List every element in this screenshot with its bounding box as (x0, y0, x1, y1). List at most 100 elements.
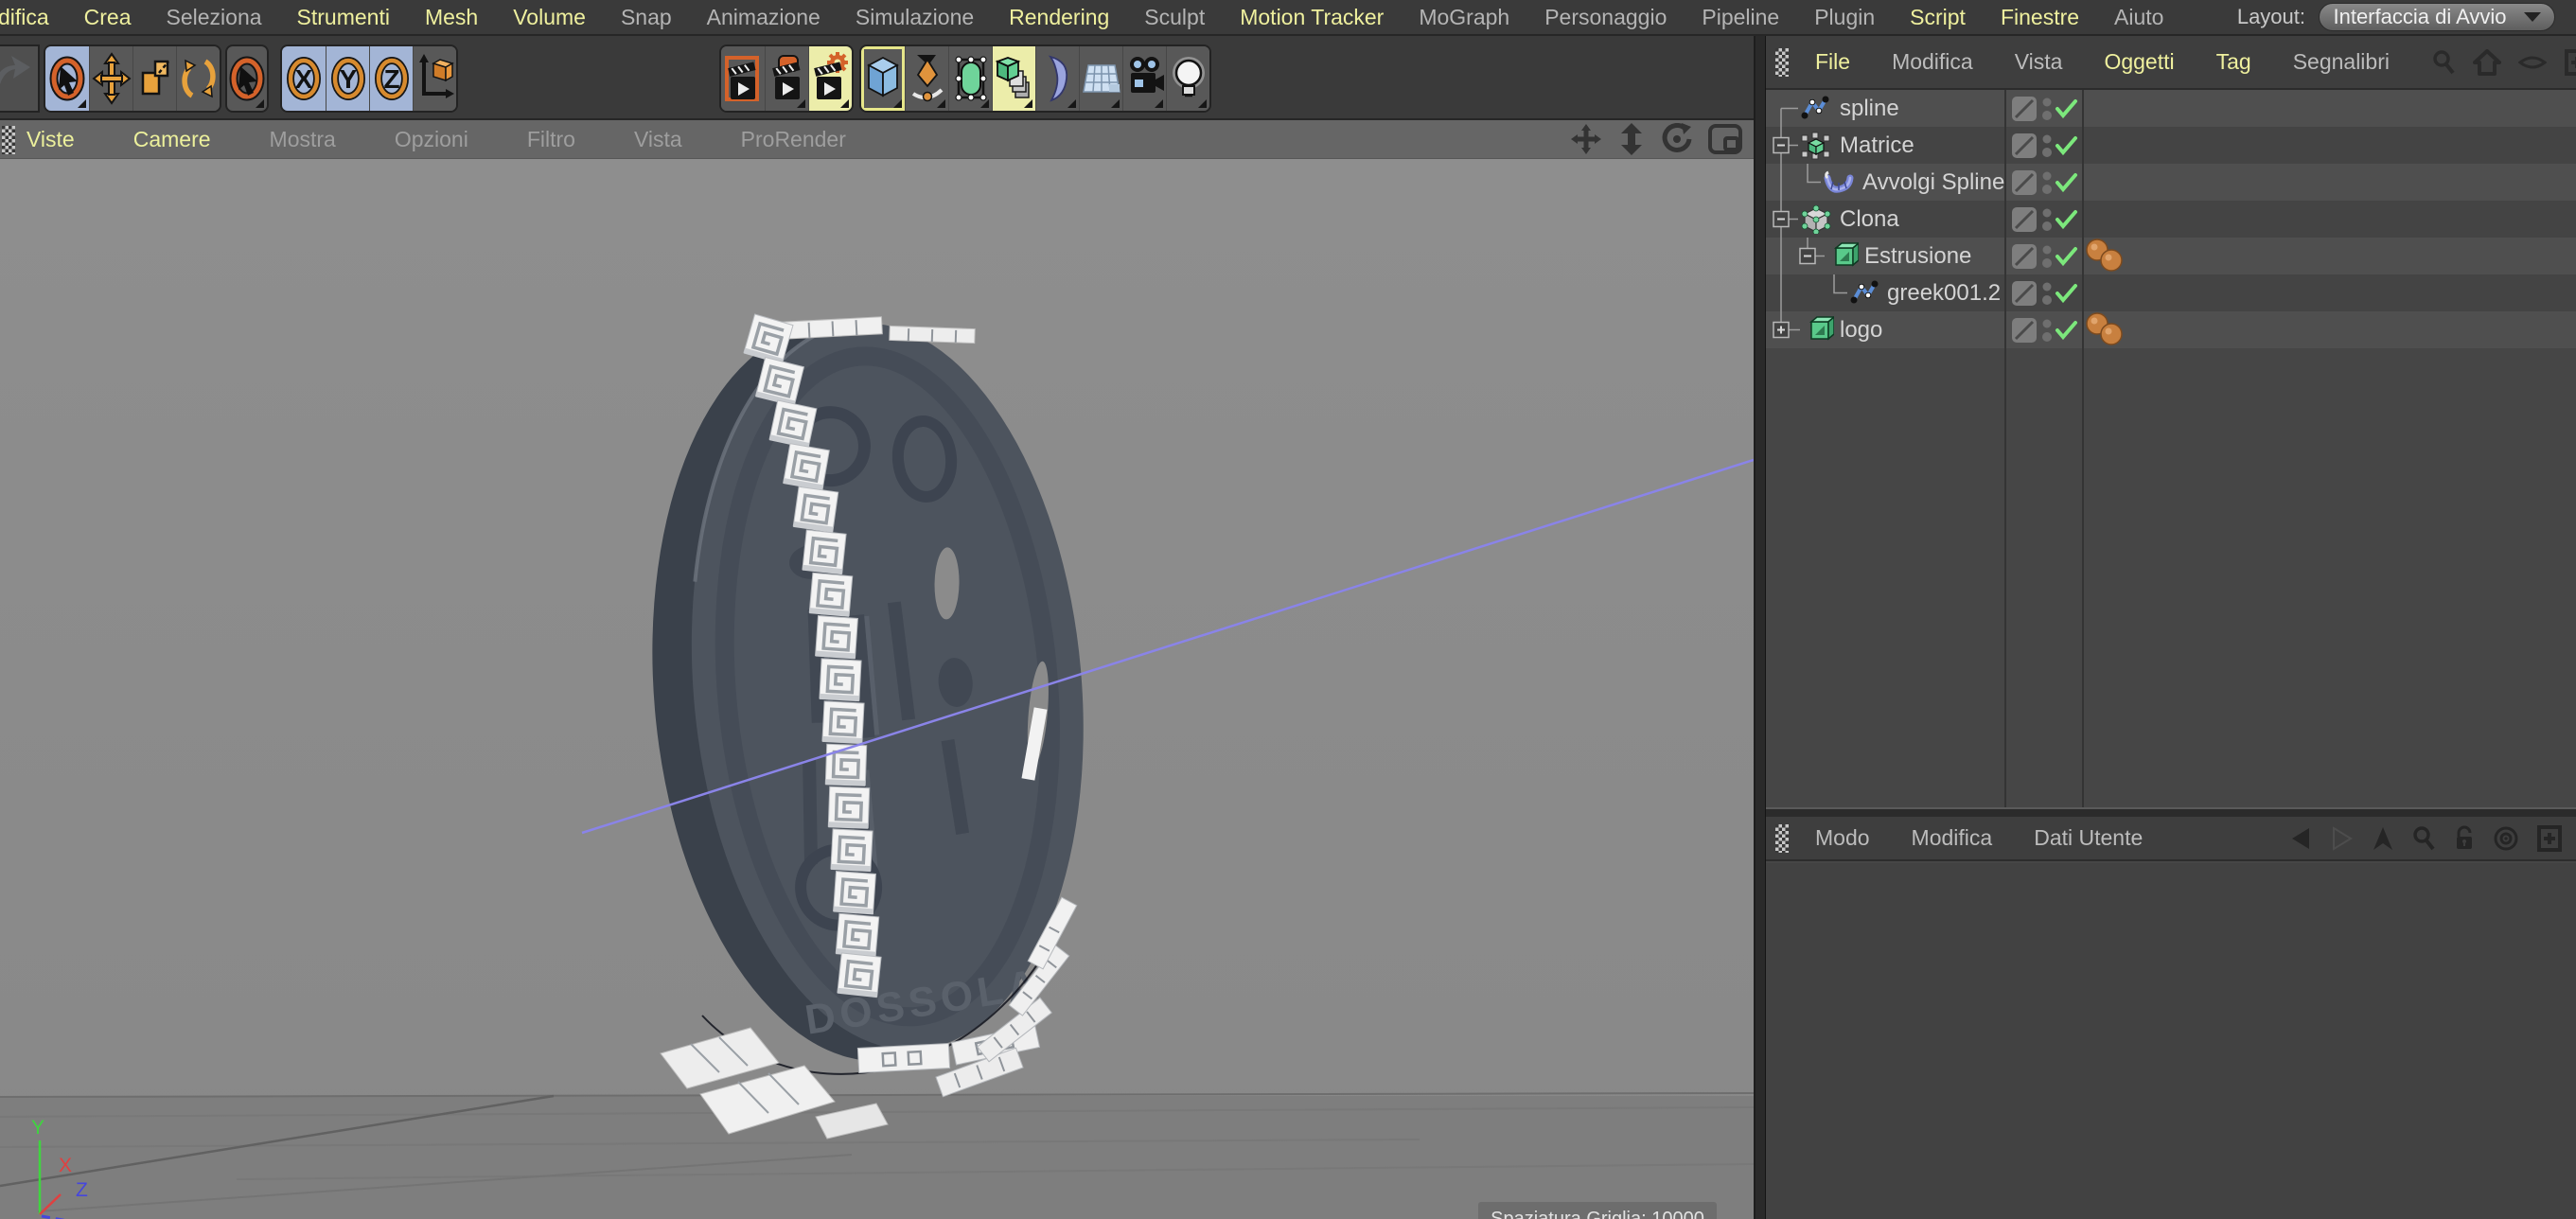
menu-sculpt[interactable]: Sculpt (1144, 5, 1205, 30)
material-tags[interactable] (2084, 238, 2141, 274)
om-menu-file[interactable]: File (1815, 49, 1850, 75)
drag-grip-icon[interactable] (1775, 48, 1789, 77)
object-row-logo[interactable]: logo (1766, 311, 2576, 348)
render-picture-viewer-button[interactable] (765, 46, 808, 111)
search-icon[interactable] (2411, 825, 2436, 852)
menu-aiuto[interactable]: Aiuto (2114, 5, 2163, 30)
floor-environment-button[interactable] (1079, 46, 1122, 111)
object-row-clona[interactable]: Clona (1766, 201, 2576, 238)
am-menu-dati-utente[interactable]: Dati Utente (2034, 825, 2143, 851)
camera-button[interactable] (1122, 46, 1166, 111)
visibility-toggles[interactable] (2004, 90, 2082, 127)
menu-crea[interactable]: Crea (84, 5, 132, 30)
rotate-view-icon[interactable] (1661, 123, 1693, 155)
drag-grip-icon[interactable] (1775, 824, 1789, 853)
search-icon[interactable] (2431, 49, 2456, 76)
material-tags[interactable] (2084, 311, 2141, 348)
mograph-generators-button[interactable] (992, 46, 1035, 111)
lock-y-axis-button[interactable]: Y (326, 46, 369, 111)
menu-plugin[interactable]: Plugin (1814, 5, 1875, 30)
visibility-toggles[interactable] (2004, 127, 2082, 164)
menu-volume[interactable]: Volume (513, 5, 586, 30)
object-row-spline[interactable]: spline (1766, 90, 2576, 127)
object-name[interactable]: logo (1840, 317, 1882, 344)
coordinate-system-button[interactable] (413, 46, 456, 111)
target-icon[interactable] (2493, 825, 2519, 852)
om-menu-tag[interactable]: Tag (2216, 49, 2251, 75)
lock-z-axis-button[interactable]: Z (369, 46, 413, 111)
om-menu-oggetti[interactable]: Oggetti (2104, 49, 2174, 75)
scale-tool-button[interactable] (132, 46, 176, 111)
zoom-view-icon[interactable] (1617, 123, 1646, 155)
history-forward-icon[interactable] (2330, 826, 2355, 851)
light-button[interactable] (1166, 46, 1209, 111)
lock-icon[interactable] (2453, 825, 2476, 852)
object-name[interactable]: Clona (1840, 206, 1899, 233)
vp-menu-camere[interactable]: Camere (133, 127, 211, 152)
object-name[interactable]: Estrusione (1864, 243, 1971, 270)
home-icon[interactable] (2473, 49, 2501, 76)
menu-snap[interactable]: Snap (621, 5, 672, 30)
last-used-tool-button[interactable] (225, 44, 269, 113)
object-row-estrusione[interactable]: Estrusione (1766, 238, 2576, 274)
menu-modifica[interactable]: Modifica (0, 5, 49, 30)
menu-pipeline[interactable]: Pipeline (1702, 5, 1779, 30)
om-menu-segnalibri[interactable]: Segnalibri (2293, 49, 2390, 75)
menu-rendering[interactable]: Rendering (1009, 5, 1109, 30)
visibility-toggles[interactable] (2004, 164, 2082, 201)
undo-button[interactable] (0, 44, 40, 113)
lock-x-axis-button[interactable]: X (282, 46, 326, 111)
object-name[interactable]: Avvolgi Spline (1862, 169, 2004, 196)
menu-simulazione[interactable]: Simulazione (856, 5, 974, 30)
drag-grip-icon[interactable] (2, 126, 15, 154)
visibility-toggles[interactable] (2004, 274, 2082, 311)
menu-personaggio[interactable]: Personaggio (1544, 5, 1667, 30)
vp-menu-filtro[interactable]: Filtro (527, 127, 575, 152)
om-menu-modifica[interactable]: Modifica (1892, 49, 1973, 75)
vp-menu-viste[interactable]: Viste (26, 127, 75, 152)
pan-view-icon[interactable] (1570, 123, 1602, 155)
vp-menu-prorender[interactable]: ProRender (741, 127, 846, 152)
deformers-button[interactable] (1035, 46, 1079, 111)
history-back-icon[interactable] (2288, 826, 2313, 851)
move-tool-button[interactable] (89, 46, 132, 111)
object-row-greek[interactable]: greek001.2 (1766, 274, 2576, 311)
viewport-canvas[interactable]: DOSSOLA (0, 159, 1754, 1219)
pen-spline-button[interactable] (905, 46, 948, 111)
visibility-toggles[interactable] (2004, 201, 2082, 238)
object-name[interactable]: spline (1840, 96, 1899, 122)
menu-script[interactable]: Script (1910, 5, 1966, 30)
live-selection-button[interactable] (45, 46, 89, 111)
add-cube-button[interactable] (861, 46, 905, 111)
add-object-icon[interactable] (2564, 48, 2576, 77)
horizontal-divider[interactable] (1766, 809, 2576, 817)
panel-divider[interactable] (1754, 36, 1766, 1219)
add-panel-icon[interactable] (2536, 824, 2563, 853)
vp-menu-vista[interactable]: Vista (634, 127, 682, 152)
menu-motion-tracker[interactable]: Motion Tracker (1240, 5, 1384, 30)
menu-mograph[interactable]: MoGraph (1419, 5, 1509, 30)
am-menu-modifica[interactable]: Modifica (1912, 825, 1993, 851)
visibility-toggles[interactable] (2004, 238, 2082, 274)
object-row-matrice[interactable]: Matrice (1766, 127, 2576, 164)
object-row-avvolgi-spline[interactable]: Avvolgi Spline (1766, 164, 2576, 201)
render-settings-button[interactable] (808, 46, 852, 111)
om-menu-vista[interactable]: Vista (2015, 49, 2063, 75)
vp-menu-opzioni[interactable]: Opzioni (395, 127, 468, 152)
render-view-button[interactable] (721, 46, 765, 111)
subdivision-surface-button[interactable] (948, 46, 992, 111)
rotate-tool-button[interactable] (176, 46, 220, 111)
menu-animazione[interactable]: Animazione (707, 5, 820, 30)
layout-dropdown[interactable]: Interfaccia di Avvio (2319, 3, 2555, 31)
perspective-viewport[interactable]: Viste Camere Mostra Opzioni Filtro Vista… (0, 120, 1754, 1219)
menu-strumenti[interactable]: Strumenti (297, 5, 390, 30)
visibility-toggles[interactable] (2004, 311, 2082, 348)
eye-icon[interactable] (2518, 53, 2547, 72)
menu-seleziona[interactable]: Seleziona (167, 5, 262, 30)
vp-menu-mostra[interactable]: Mostra (270, 127, 336, 152)
object-name[interactable]: Matrice (1840, 132, 1914, 159)
toggle-view-icon[interactable] (1708, 123, 1742, 155)
menu-mesh[interactable]: Mesh (425, 5, 478, 30)
menu-finestre[interactable]: Finestre (2001, 5, 2079, 30)
am-menu-modo[interactable]: Modo (1815, 825, 1870, 851)
